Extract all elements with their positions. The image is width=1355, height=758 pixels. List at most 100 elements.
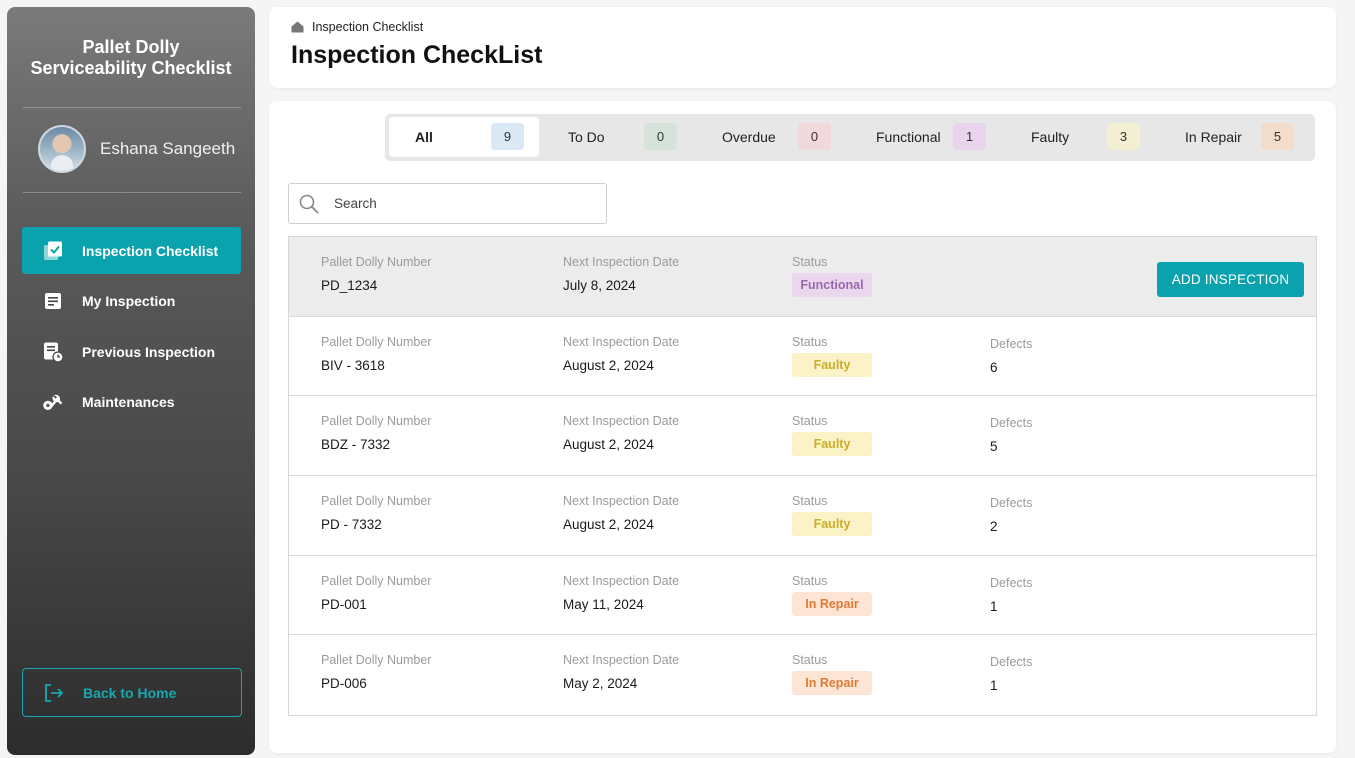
avatar: [38, 125, 86, 173]
column-label: Status: [792, 494, 828, 509]
page-header: Inspection Checklist Inspection CheckLis…: [269, 7, 1336, 88]
search-input[interactable]: [334, 196, 574, 211]
page-title: Inspection CheckList: [291, 41, 543, 69]
column-label: Status: [792, 573, 828, 588]
tab-all[interactable]: All 9: [389, 117, 539, 157]
column-label: Next Inspection Date: [563, 653, 680, 668]
status-badge: Faulty: [792, 352, 872, 377]
pallet-number-cell: Pallet Dolly Number PD - 7332: [321, 494, 431, 532]
defects-cell: Defects 6: [990, 337, 1032, 375]
status-cell: Status Faulty: [792, 494, 872, 537]
table-row[interactable]: Pallet Dolly Number PD_1234 Next Inspect…: [289, 237, 1316, 317]
logout-icon: [43, 683, 65, 703]
pallet-dolly-number: PD-001: [321, 596, 367, 612]
pallet-dolly-number: BDZ - 7332: [321, 437, 391, 453]
pallet-dolly-number: PD-006: [321, 676, 367, 692]
search-icon: [298, 193, 320, 215]
breadcrumb: Inspection Checklist: [291, 20, 423, 34]
back-to-home-button[interactable]: Back to Home: [22, 668, 242, 717]
user-name: Eshana Sangeeth: [100, 139, 236, 158]
table-row[interactable]: Pallet Dolly Number BDZ - 7332 Next Insp…: [289, 396, 1316, 477]
tab-in-repair[interactable]: In Repair 5: [1185, 117, 1315, 157]
column-label: Status: [792, 414, 828, 429]
column-label: Next Inspection Date: [563, 255, 680, 269]
date-cell: Next Inspection Date August 2, 2024: [563, 335, 679, 373]
app-title-line1: Pallet Dolly: [82, 37, 180, 57]
sidebar-divider: [23, 192, 241, 193]
column-label: Pallet Dolly Number: [321, 573, 432, 588]
tab-count-badge: 0: [798, 123, 831, 150]
document-icon: [42, 290, 64, 312]
pallet-number-cell: Pallet Dolly Number BDZ - 7332: [321, 414, 431, 452]
tab-count-badge: 1: [953, 123, 986, 150]
status-cell: Status In Repair: [792, 574, 872, 616]
back-to-home-label: Back to Home: [83, 684, 177, 701]
app-title-line2: Serviceability Checklist: [30, 58, 232, 78]
tab-label: To Do: [568, 129, 605, 145]
pallet-dolly-number: PD - 7332: [321, 517, 382, 533]
sidebar-item-label: Maintenances: [82, 394, 175, 410]
home-icon[interactable]: [291, 21, 304, 33]
sidebar-item-my-inspection[interactable]: My Inspection: [22, 278, 241, 325]
sidebar-item-label: Previous Inspection: [82, 343, 216, 360]
sidebar-item-label: My Inspection: [82, 293, 176, 309]
tab-functional[interactable]: Functional 1: [876, 117, 1006, 157]
table-row[interactable]: Pallet Dolly Number BIV - 3618 Next Insp…: [289, 316, 1316, 397]
next-inspection-date: August 2, 2024: [563, 437, 654, 453]
defects-count: 6: [990, 359, 998, 375]
pallet-number-cell: Pallet Dolly Number PD-006: [321, 653, 431, 691]
tab-count-badge: 9: [491, 123, 524, 150]
table-row[interactable]: Pallet Dolly Number PD-001 Next Inspecti…: [289, 555, 1316, 636]
tab-to-do[interactable]: To Do 0: [568, 117, 698, 157]
sidebar-item-previous-inspection[interactable]: Previous Inspection: [22, 328, 241, 375]
sidebar-item-inspection-checklist[interactable]: Inspection Checklist: [22, 227, 241, 274]
defects-count: 5: [990, 439, 998, 455]
sidebar-item-maintenances[interactable]: Maintenances: [22, 379, 241, 426]
table-row[interactable]: Pallet Dolly Number PD - 7332 Next Inspe…: [289, 476, 1316, 556]
column-label: Pallet Dolly Number: [321, 334, 432, 349]
main-content: All 9 To Do 0 Overdue 0 Functional 1 Fau…: [269, 101, 1336, 753]
tab-overdue[interactable]: Overdue 0: [722, 117, 852, 157]
clipboard-check-icon: [42, 240, 64, 262]
defects-cell: Defects 1: [990, 576, 1032, 614]
column-label: Defects: [990, 655, 1033, 670]
sidebar-divider: [23, 107, 241, 108]
status-cell: Status Functional: [792, 255, 872, 297]
next-inspection-date: May 2, 2024: [563, 676, 638, 692]
column-label: Pallet Dolly Number: [321, 494, 432, 509]
app-title: Pallet Dolly Serviceability Checklist: [7, 37, 255, 79]
column-label: Pallet Dolly Number: [321, 414, 432, 429]
tab-label: In Repair: [1185, 129, 1242, 145]
search-box: [288, 183, 607, 224]
pallet-number-cell: Pallet Dolly Number PD_1234: [321, 255, 431, 293]
column-label: Status: [792, 334, 828, 349]
status-cell: Status In Repair: [792, 653, 872, 696]
date-cell: Next Inspection Date August 2, 2024: [563, 414, 679, 452]
tab-label: Overdue: [722, 129, 776, 145]
column-label: Defects: [990, 575, 1033, 590]
date-cell: Next Inspection Date July 8, 2024: [563, 255, 679, 293]
next-inspection-date: July 8, 2024: [563, 278, 636, 293]
column-label: Defects: [990, 416, 1033, 431]
user-profile[interactable]: Eshana Sangeeth: [38, 125, 235, 173]
document-clock-icon: [42, 341, 64, 363]
next-inspection-date: August 2, 2024: [563, 517, 654, 533]
column-label: Next Inspection Date: [563, 334, 680, 349]
status-filter-tabs: All 9 To Do 0 Overdue 0 Functional 1 Fau…: [385, 114, 1315, 161]
sidebar: Pallet Dolly Serviceability Checklist Es…: [7, 7, 255, 755]
column-label: Status: [792, 255, 828, 269]
status-badge: In Repair: [792, 591, 872, 616]
add-inspection-button[interactable]: ADD INSPECTION: [1157, 262, 1304, 297]
tab-label: Functional: [876, 129, 941, 145]
status-badge: Faulty: [792, 512, 872, 537]
tab-faulty[interactable]: Faulty 3: [1031, 117, 1161, 157]
tab-count-badge: 3: [1107, 123, 1140, 150]
defects-count: 2: [990, 519, 998, 535]
defects-cell: Defects 5: [990, 416, 1032, 454]
sidebar-nav: Inspection Checklist My Inspection Previ…: [22, 227, 241, 429]
tab-label: All: [415, 129, 433, 145]
breadcrumb-item[interactable]: Inspection Checklist: [312, 20, 423, 34]
defects-count: 1: [990, 598, 998, 614]
status-cell: Status Faulty: [792, 335, 872, 377]
table-row[interactable]: Pallet Dolly Number PD-006 Next Inspecti…: [289, 635, 1316, 716]
